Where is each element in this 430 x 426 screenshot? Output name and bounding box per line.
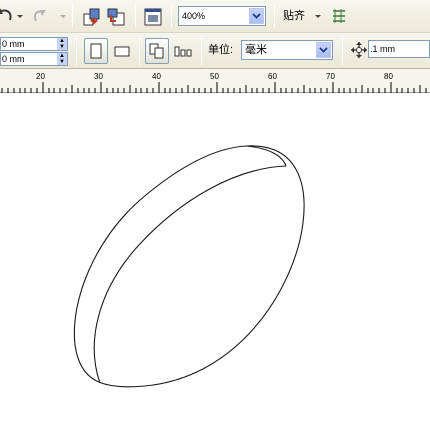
zoom-levels-combo[interactable]: 400% <box>178 6 266 26</box>
undo-dropdown-icon[interactable] <box>16 12 24 20</box>
ruler-label: 50 <box>210 72 219 81</box>
redo-dropdown-icon[interactable] <box>59 12 67 20</box>
page-height-field[interactable]: 0 mm ▲ ▼ <box>0 52 68 66</box>
outer-ellipse-shape[interactable] <box>73 145 305 388</box>
redo-icon[interactable] <box>30 7 48 25</box>
portrait-icon <box>90 43 102 59</box>
page-width-field[interactable]: 0 mm ▲ ▼ <box>0 37 68 51</box>
units-label: 单位: <box>208 44 234 56</box>
property-bar: 0 mm ▲ ▼ 0 mm ▲ ▼ 单位: 毫米 .1 mm <box>0 33 430 69</box>
toolbar-separator <box>201 37 202 65</box>
chevron-down-icon[interactable] <box>316 42 331 58</box>
import-icon[interactable] <box>82 7 102 27</box>
toolbar-separator <box>135 5 136 27</box>
drawing-canvas[interactable] <box>0 93 430 426</box>
toolbar-separator <box>274 5 275 27</box>
toolbar-separator <box>72 5 73 27</box>
chevron-down-icon[interactable] <box>249 8 264 24</box>
inner-edge-shape[interactable] <box>93 165 287 384</box>
page-height-value: 0 mm <box>2 54 25 64</box>
page-width-value: 0 mm <box>2 39 25 49</box>
ruler-label: 40 <box>152 72 161 81</box>
ruler-label: 20 <box>36 72 45 81</box>
ruler-label: 30 <box>94 72 103 81</box>
rim-edge-shape[interactable] <box>245 145 287 167</box>
ruler-label: 70 <box>326 72 335 81</box>
snap-to-menu[interactable]: 贴齐 <box>283 10 305 23</box>
ruler-label: 80 <box>384 72 393 81</box>
application-launcher-icon[interactable] <box>143 7 163 27</box>
toolbar-separator <box>139 37 140 65</box>
export-icon[interactable] <box>106 7 126 27</box>
undo-icon[interactable] <box>0 7 14 25</box>
toolbar-separator <box>342 37 343 65</box>
units-value: 毫米 <box>245 44 267 56</box>
horizontal-ruler[interactable]: 20 30 40 50 60 70 80 <box>0 69 430 93</box>
all-pages-button[interactable] <box>145 38 169 64</box>
nudge-distance-field[interactable]: .1 mm <box>368 40 430 58</box>
zoom-value: 400% <box>182 11 206 21</box>
standard-toolbar: 400% 贴齐 <box>0 0 430 33</box>
portrait-button[interactable] <box>84 38 108 64</box>
all-pages-icon <box>149 43 164 59</box>
toolbar-separator <box>171 5 172 27</box>
page-width-spinner[interactable]: ▲ ▼ <box>57 38 67 50</box>
nudge-icon <box>350 41 368 59</box>
landscape-icon[interactable] <box>111 41 133 61</box>
toolbar-separator <box>76 37 77 65</box>
nudge-distance-value: .1 mm <box>370 44 396 54</box>
snap-options-icon[interactable] <box>329 6 349 26</box>
drawing-svg <box>73 145 305 388</box>
snap-dropdown-icon[interactable] <box>314 12 322 20</box>
units-combo[interactable]: 毫米 <box>241 40 333 60</box>
ruler-label: 60 <box>268 72 277 81</box>
page-height-spinner[interactable]: ▲ ▼ <box>57 53 67 65</box>
current-page-icon[interactable] <box>172 41 194 61</box>
